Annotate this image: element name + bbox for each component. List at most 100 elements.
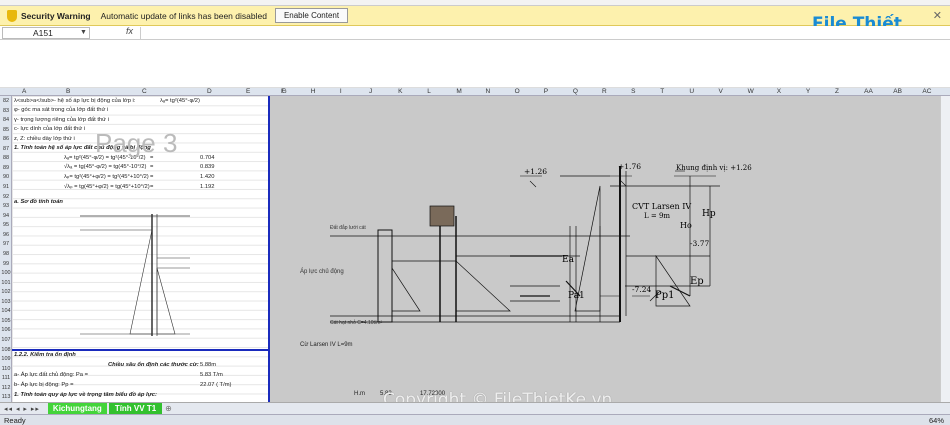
cell-r108[interactable]: Chiều sâu ổn định các thước cừ: — [108, 362, 199, 368]
column-header[interactable]: AA — [864, 88, 873, 96]
row-header[interactable]: 104 — [0, 308, 12, 314]
row-header[interactable]: 103 — [0, 299, 12, 305]
column-header[interactable]: Y — [806, 88, 810, 96]
row-header[interactable]: 112 — [0, 385, 12, 391]
column-header[interactable]: G — [282, 88, 287, 96]
tab-tinh-vv-t1[interactable]: Tính VV T1 — [108, 403, 163, 414]
cell-r82[interactable]: λ<sub>a</sub>- hệ số áp lực bị động của … — [14, 98, 135, 104]
column-header[interactable]: R — [602, 88, 607, 96]
row-header[interactable]: 99 — [0, 261, 12, 267]
row-header[interactable]: 100 — [0, 270, 12, 276]
cell-r84[interactable]: γ- trọng lượng riêng của lớp đất thứ i — [14, 117, 109, 123]
cell-r109[interactable]: a- Áp lực đất chủ động: Pa = — [14, 372, 88, 378]
column-header[interactable]: Q — [573, 88, 578, 96]
function-icon[interactable]: fx — [126, 26, 133, 36]
row-header[interactable]: 86 — [0, 136, 12, 142]
cell-r83[interactable]: φ- góc ma sát trong của lớp đất thứ i — [14, 107, 108, 113]
row-header[interactable]: 89 — [0, 165, 12, 171]
chevron-down-icon[interactable]: ▼ — [80, 29, 87, 36]
column-header[interactable]: AC — [922, 88, 931, 96]
cell-r110[interactable]: b- Áp lực bị động: Pp = — [14, 382, 73, 388]
cell-r86[interactable]: z, Z: chiều dày lớp thứ i — [14, 136, 75, 142]
ho-label: Ho — [680, 221, 692, 230]
cell-r108-value[interactable]: 5.88m — [200, 362, 216, 368]
column-header[interactable]: U — [689, 88, 694, 96]
cell-r85[interactable]: c- lực dính của lớp đất thứ i — [14, 126, 85, 132]
row-header[interactable]: 110 — [0, 366, 12, 372]
cell-r111[interactable]: 1. Tính toán quy áp lực về trọng tâm biể… — [14, 392, 157, 398]
column-header[interactable]: O — [515, 88, 520, 96]
tab-kichungtang[interactable]: Kichungtang — [47, 403, 107, 414]
column-headers[interactable]: A B C D E F G H I J K L M N O P Q R S T U V W X Y Z AA AB AC — [0, 88, 950, 96]
column-header[interactable]: M — [456, 88, 461, 96]
column-header[interactable]: W — [748, 88, 754, 96]
enable-content-button[interactable]: Enable Content — [274, 8, 349, 23]
column-header[interactable]: S — [631, 88, 635, 96]
cell-f4[interactable]: √λₚ = tg(45°+φ/2) = tg(45°+10°/2) — [64, 184, 150, 190]
name-box[interactable]: A151 — [2, 27, 90, 39]
row-header[interactable]: 113 — [0, 394, 12, 400]
row-header[interactable]: 91 — [0, 184, 12, 190]
cell-r92[interactable]: a. Sơ đồ tính toán — [14, 199, 63, 205]
vertical-scrollbar[interactable] — [940, 96, 950, 402]
column-header[interactable]: P — [544, 88, 548, 96]
column-header[interactable]: I — [340, 88, 342, 96]
cell-r82-formula[interactable]: λₐ= tg²(45°-φ/2) — [160, 98, 200, 104]
row-header[interactable]: 94 — [0, 213, 12, 219]
column-header[interactable]: N — [485, 88, 490, 96]
row-header[interactable]: 106 — [0, 327, 12, 333]
row-headers[interactable]: 82 83 84 85 86 87 88 89 90 91 92 93 94 95 96 97 98 99 100 1… — [0, 96, 12, 402]
column-header[interactable]: L — [427, 88, 431, 96]
cvt-label: CVT Larsen IV — [632, 202, 691, 211]
row-header[interactable]: 87 — [0, 146, 12, 152]
row-header[interactable]: 105 — [0, 318, 12, 324]
zoom-level[interactable]: 64% — [929, 416, 944, 425]
cell-eq4: = — [150, 184, 154, 190]
column-header[interactable]: Z — [835, 88, 839, 96]
column-header[interactable]: AB — [893, 88, 902, 96]
column-header[interactable]: A — [22, 88, 26, 96]
cell-v2[interactable]: 0.839 — [200, 164, 215, 170]
insert-sheet-icon[interactable]: ⊕ — [165, 404, 172, 413]
row-header[interactable]: 92 — [0, 194, 12, 200]
row-header[interactable]: 109 — [0, 356, 12, 362]
sheet-nav-arrows-icon[interactable]: ◂◂ ◂ ▸ ▸▸ — [4, 405, 40, 413]
column-header[interactable]: V — [719, 88, 723, 96]
column-header[interactable]: E — [246, 88, 250, 96]
row-header[interactable]: 82 — [0, 98, 12, 104]
column-header[interactable]: B — [66, 88, 70, 96]
row-header[interactable]: 101 — [0, 280, 12, 286]
row-header[interactable]: 84 — [0, 117, 12, 123]
cell-r109-value[interactable]: 5.83 T/m — [200, 372, 223, 378]
column-header[interactable]: C — [142, 88, 147, 96]
row-header[interactable]: 88 — [0, 155, 12, 161]
row-header[interactable]: 98 — [0, 251, 12, 257]
column-header[interactable]: K — [398, 88, 402, 96]
row-header[interactable]: 83 — [0, 108, 12, 114]
formula-input[interactable] — [140, 27, 948, 39]
row-header[interactable]: 108 — [0, 347, 12, 353]
cell-v1[interactable]: 0.704 — [200, 155, 215, 161]
row-header[interactable]: 93 — [0, 203, 12, 209]
row-header[interactable]: 95 — [0, 222, 12, 228]
cell-f2[interactable]: √λₐ = tg(45°-φ/2) = tg(45°-10°/2) — [64, 164, 146, 170]
column-header[interactable]: X — [777, 88, 781, 96]
ea-label: Ea — [562, 255, 575, 265]
row-header[interactable]: 107 — [0, 337, 12, 343]
row-header[interactable]: 85 — [0, 127, 12, 133]
row-header[interactable]: 111 — [0, 375, 12, 381]
status-bar: Ready 64% — [0, 414, 950, 425]
cell-r110-value[interactable]: 22.07 ( T/m) — [200, 382, 231, 388]
row-header[interactable]: 102 — [0, 289, 12, 295]
row-header[interactable]: 96 — [0, 232, 12, 238]
row-header[interactable]: 97 — [0, 241, 12, 247]
column-header[interactable]: T — [660, 88, 664, 96]
column-header[interactable]: J — [369, 88, 372, 96]
cell-v4[interactable]: 1.192 — [200, 184, 215, 190]
row-header[interactable]: 90 — [0, 174, 12, 180]
column-header[interactable]: D — [207, 88, 212, 96]
cell-f3[interactable]: λₚ= tg²(45°+φ/2) = tg²(45°+10°/2) — [64, 174, 149, 180]
column-header[interactable]: H — [311, 88, 316, 96]
cell-v3[interactable]: 1.420 — [200, 174, 215, 180]
cell-r107[interactable]: 1.2.2. Kiểm tra ổn định — [14, 352, 76, 358]
